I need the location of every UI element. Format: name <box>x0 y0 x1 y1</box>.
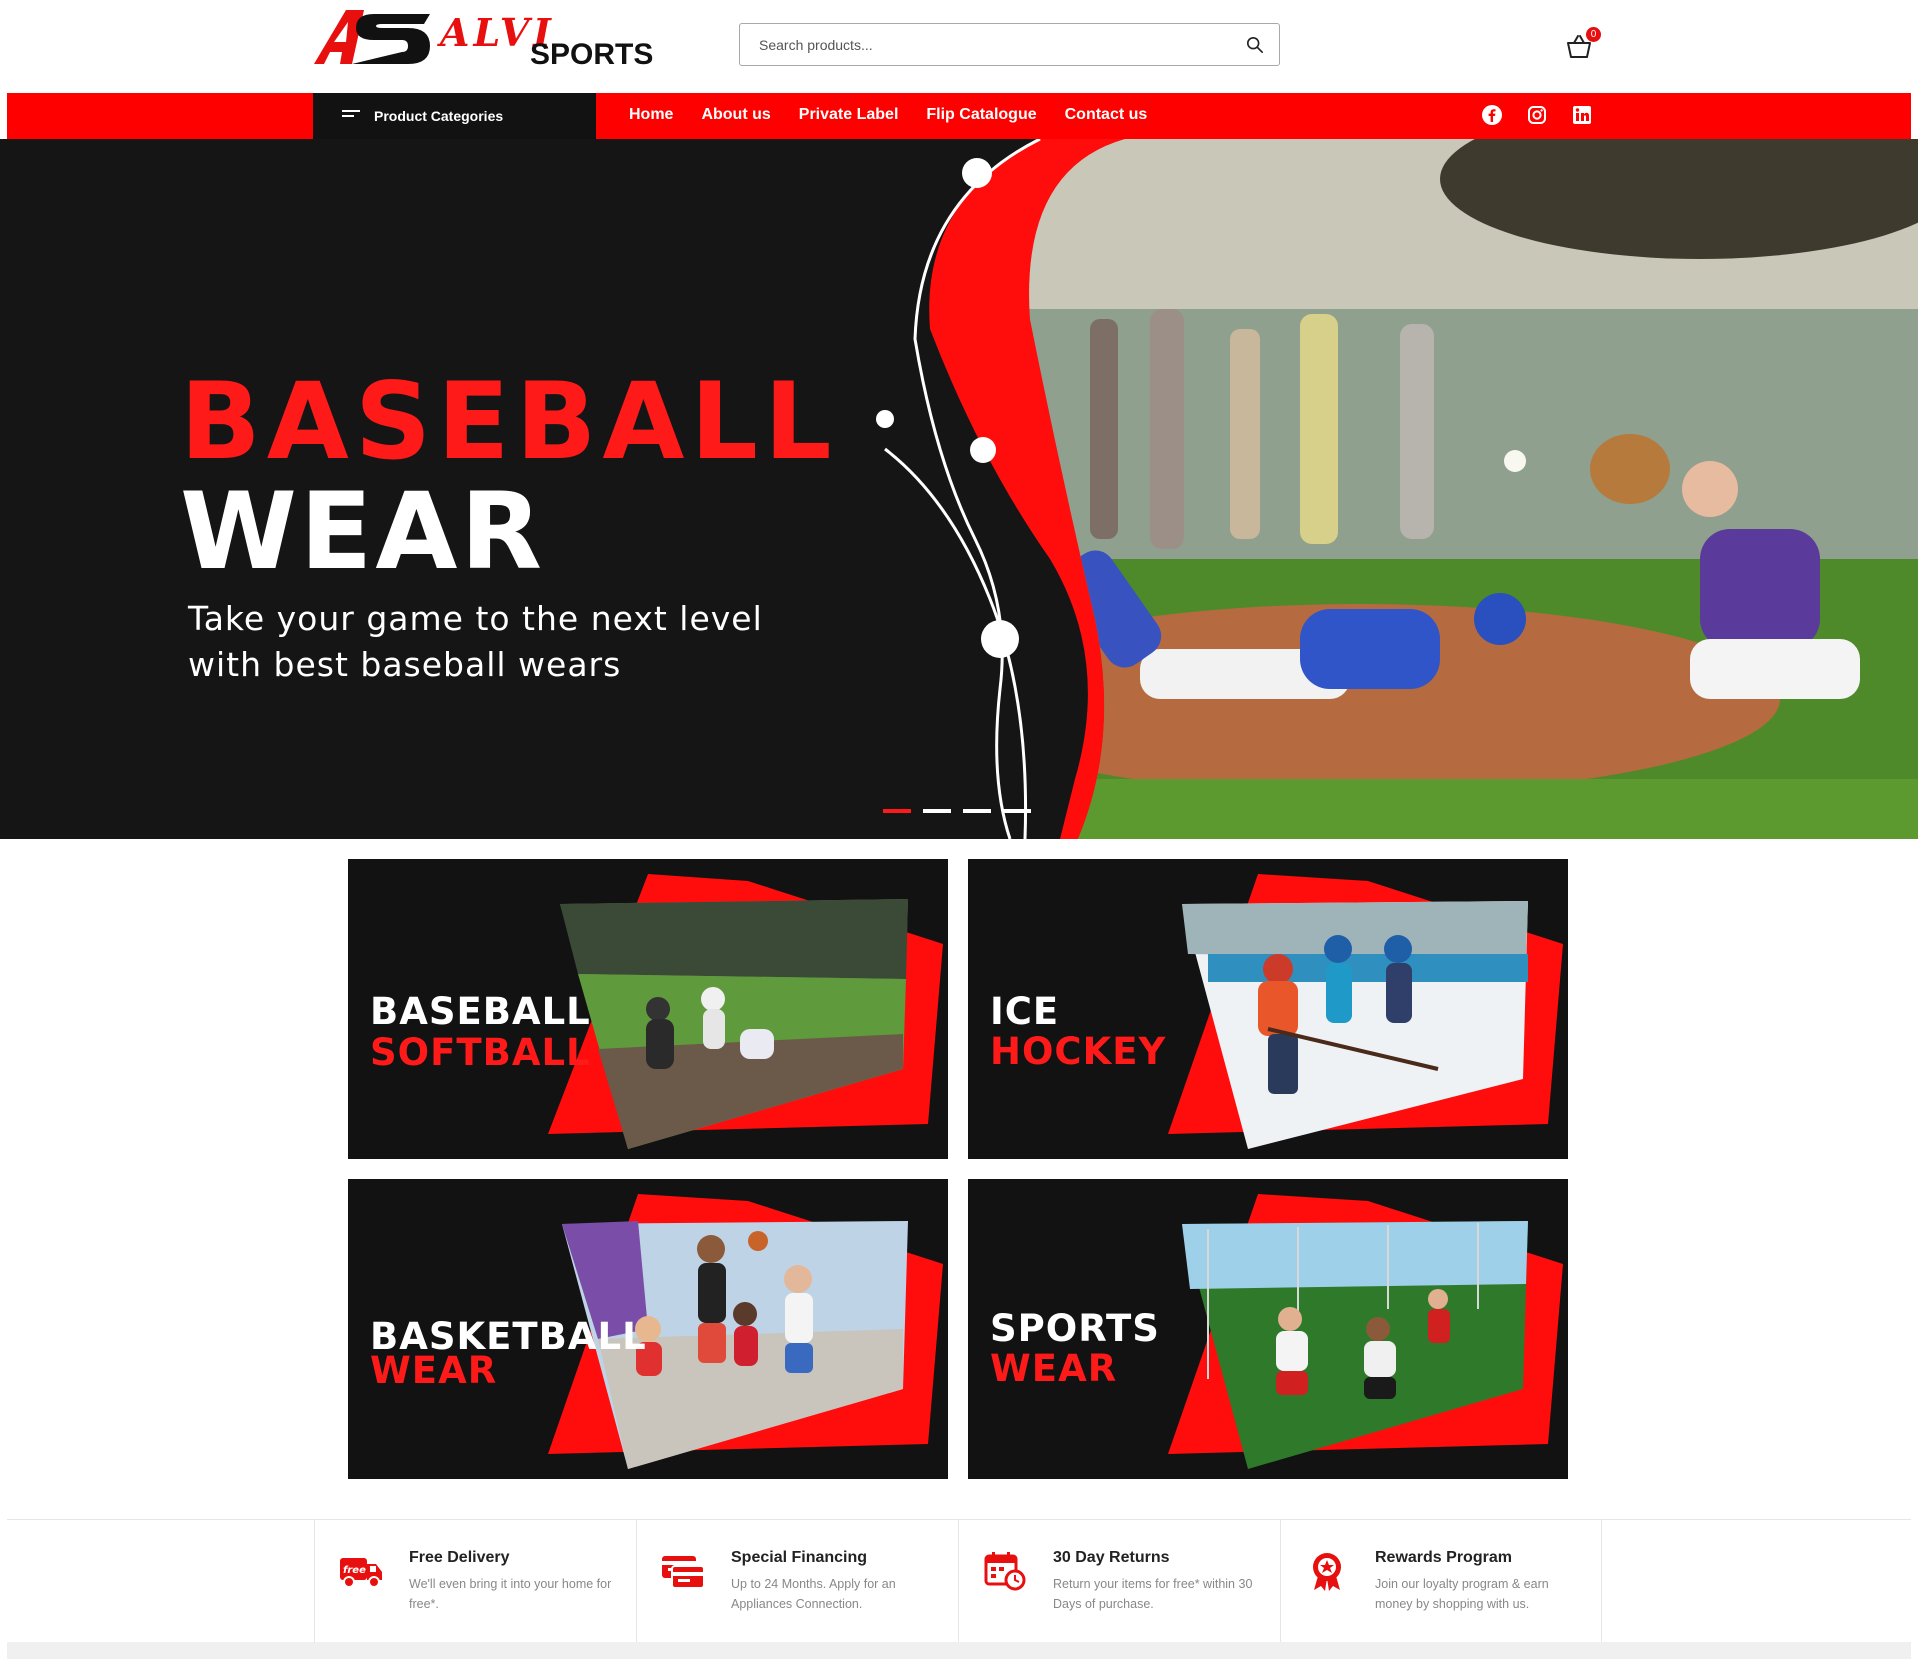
footer-band <box>7 1642 1911 1659</box>
slider-dot[interactable] <box>923 809 951 813</box>
slider-dot[interactable] <box>963 809 991 813</box>
feature-description: Return your items for free* within 30 Da… <box>1053 1577 1253 1611</box>
cart-count-badge: 0 <box>1586 27 1601 42</box>
tile-title-line2: WEAR <box>990 1347 1118 1390</box>
feature-special-financing: Special Financing Up to 24 Months. Apply… <box>636 1520 958 1643</box>
tile-title-line2: WEAR <box>370 1349 498 1392</box>
feature-30-day-returns: 30 Day Returns Return your items for fre… <box>958 1520 1280 1643</box>
feature-free-delivery: free Free Delivery We'll even bring it i… <box>314 1520 636 1643</box>
search-box <box>739 23 1280 66</box>
slider-dot[interactable] <box>883 809 911 813</box>
tile-title-line2: HOCKEY <box>990 1030 1167 1073</box>
hero-subtitle: Take your game to the next level with be… <box>188 599 763 684</box>
feature-title: 30 Day Returns <box>1053 1549 1170 1566</box>
feature-description: Up to 24 Months. Apply for an Appliances… <box>731 1577 896 1611</box>
category-tile-basketball-wear[interactable]: BASKETBALL WEAR <box>348 1179 948 1479</box>
logo-mark-icon <box>314 10 430 64</box>
nav-flip-catalogue[interactable]: Flip Catalogue <box>926 106 1036 124</box>
social-links <box>1482 105 1592 125</box>
nav-private-label[interactable]: Private Label <box>799 106 899 124</box>
category-tile-sports-wear[interactable]: SPORTS WEAR <box>968 1179 1568 1479</box>
main-nav: Product Categories Home About us Private… <box>7 93 1911 139</box>
linkedin-icon[interactable] <box>1572 105 1592 125</box>
feature-title: Rewards Program <box>1375 1549 1512 1566</box>
hero-title-line2: WEAR <box>180 470 545 593</box>
nav-home[interactable]: Home <box>629 106 673 124</box>
tile-title-line1: BASEBALL <box>370 990 591 1033</box>
facebook-icon[interactable] <box>1482 105 1502 125</box>
instagram-icon[interactable] <box>1527 105 1547 125</box>
product-categories-toggle[interactable]: Product Categories <box>313 93 596 139</box>
brand-name-bottom: SPORTS <box>530 38 654 71</box>
hero-title-line1: BASEBALL <box>180 360 838 483</box>
feature-title: Free Delivery <box>409 1549 510 1566</box>
credit-card-icon <box>662 1556 705 1589</box>
nav-menu: Home About us Private Label Flip Catalog… <box>629 106 1147 124</box>
tile-title-line2: SOFTBALL <box>370 1031 591 1074</box>
category-tile-baseball-softball[interactable]: BASEBALL SOFTBALL <box>348 859 948 1159</box>
hero-slider: BASEBALL WEAR Take your game to the next… <box>0 139 1918 839</box>
menu-bars-icon <box>342 110 360 122</box>
feature-rewards-program: Rewards Program Join our loyalty program… <box>1280 1520 1602 1643</box>
rewards-badge-icon <box>1313 1553 1341 1591</box>
nav-contact-us[interactable]: Contact us <box>1065 106 1148 124</box>
site-header: ALVI SPORTS 0 <box>0 0 1918 92</box>
svg-text:free: free <box>343 1565 366 1576</box>
nav-about-us[interactable]: About us <box>701 106 770 124</box>
tile-title-line1: ICE <box>990 990 1060 1033</box>
product-categories-label: Product Categories <box>374 108 504 124</box>
slider-dot[interactable] <box>1003 809 1031 813</box>
brand-logo[interactable]: ALVI SPORTS <box>312 6 653 72</box>
features-bar: free Free Delivery We'll even bring it i… <box>7 1519 1911 1643</box>
feature-description: We'll even bring it into your home for f… <box>409 1577 612 1611</box>
search-input[interactable] <box>759 33 1219 57</box>
calendar-clock-icon <box>984 1552 1026 1591</box>
feature-title: Special Financing <box>731 1549 868 1566</box>
category-tile-ice-hockey[interactable]: ICE HOCKEY <box>968 859 1568 1159</box>
feature-description: Join our loyalty program & earn money by… <box>1375 1577 1549 1611</box>
search-icon[interactable] <box>1246 36 1264 54</box>
cart-button[interactable]: 0 <box>1566 27 1606 64</box>
tile-title-line1: SPORTS <box>990 1307 1160 1350</box>
slider-dots <box>883 809 1031 813</box>
delivery-truck-icon: free <box>340 1558 382 1588</box>
